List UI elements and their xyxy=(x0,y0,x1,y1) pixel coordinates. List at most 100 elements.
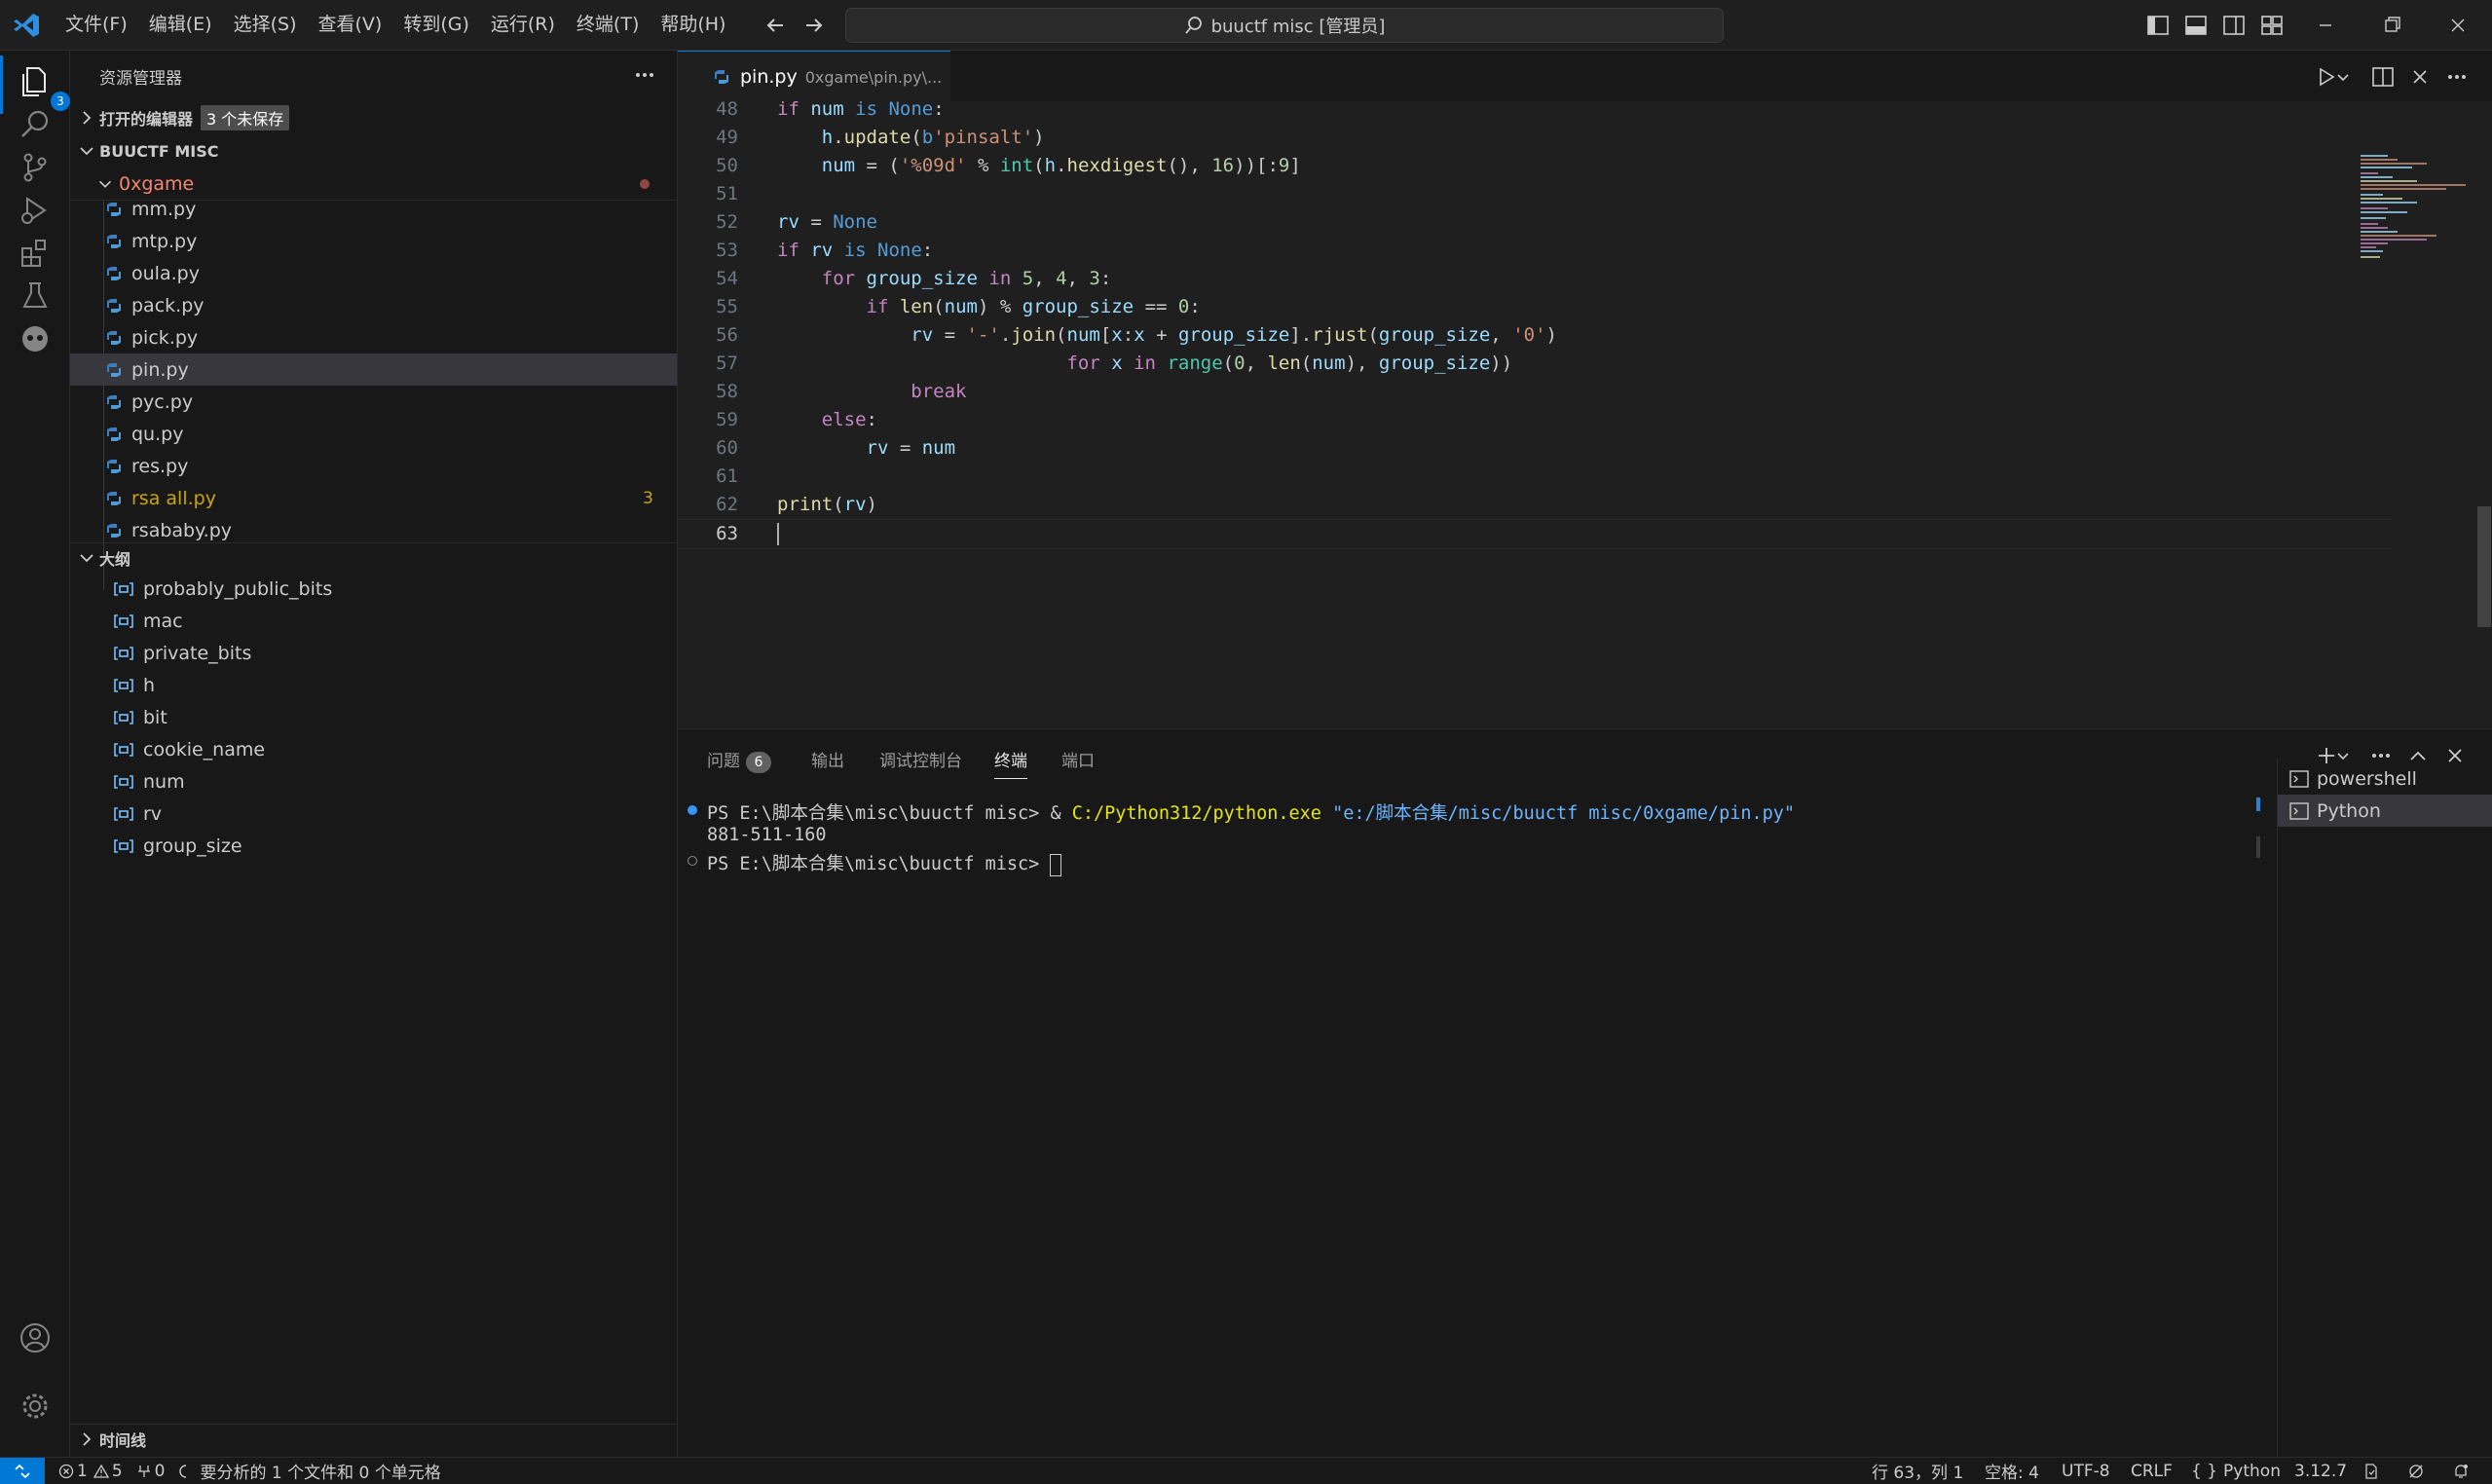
file-item[interactable]: mm.py xyxy=(70,193,677,225)
minimize-icon[interactable] xyxy=(2304,8,2347,43)
file-item[interactable]: qu.py xyxy=(70,418,677,450)
outline-label: 大纲 xyxy=(99,550,131,569)
analysis-status[interactable]: 要分析的 1 个文件和 0 个单元格 xyxy=(178,1459,441,1483)
outline-item[interactable]: num xyxy=(70,765,677,798)
menu-bar: 文件(F) 编辑(E) 选择(S) 查看(V) 转到(G) 运行(R) 终端(T… xyxy=(55,0,736,50)
file-item[interactable]: pack.py xyxy=(70,289,677,321)
outline-item[interactable]: bit xyxy=(70,701,677,733)
menu-help[interactable]: 帮助(H) xyxy=(650,0,736,50)
tab-ports[interactable]: 端口 xyxy=(1061,747,1095,771)
file-item[interactable]: pick.py xyxy=(70,321,677,353)
outline-item[interactable]: mac xyxy=(70,605,677,637)
copilot-status-icon[interactable] xyxy=(2407,1463,2425,1480)
tab-pin-py[interactable]: pin.py 0xgame\pin.py\... xyxy=(678,51,950,102)
tab-terminal[interactable]: 终端 xyxy=(994,747,1027,779)
variable-icon xyxy=(114,742,133,757)
chevron-down-icon[interactable] xyxy=(2335,64,2351,90)
search-button[interactable] xyxy=(14,103,56,146)
outline-section[interactable]: 大纲 xyxy=(70,542,677,573)
minimap[interactable] xyxy=(2359,152,2475,278)
more-actions-icon[interactable] xyxy=(630,60,659,90)
workspace-section[interactable]: BUUCTF MISC xyxy=(70,136,677,166)
toggle-primary-sidebar-icon[interactable] xyxy=(2145,13,2171,38)
line-number: 51 xyxy=(716,183,738,204)
encoding[interactable]: UTF-8 xyxy=(2062,1458,2110,1484)
outline-item[interactable]: group_size xyxy=(70,830,677,862)
editor-scrollbar[interactable] xyxy=(2477,506,2491,627)
testing-icon xyxy=(22,282,48,308)
outline-item[interactable]: probably_public_bits xyxy=(70,573,677,605)
terminal-item-powershell[interactable]: powershell xyxy=(2278,762,2492,795)
menu-file[interactable]: 文件(F) xyxy=(55,0,138,50)
run-debug-button[interactable] xyxy=(14,189,56,232)
terminal-scrollbar[interactable] xyxy=(2256,836,2260,858)
file-item-warning[interactable]: rsa all.py 3 xyxy=(70,482,677,514)
split-editor-icon[interactable] xyxy=(2370,64,2396,90)
arrow-right-icon[interactable] xyxy=(800,12,828,39)
vscode-logo-icon xyxy=(14,14,39,37)
toggle-secondary-sidebar-icon[interactable] xyxy=(2221,13,2247,38)
code-editor[interactable]: 48 if num is None: 49 h.update(b'pinsalt… xyxy=(678,101,2492,727)
chevron-down-icon xyxy=(80,147,93,156)
menu-go[interactable]: 转到(G) xyxy=(392,0,480,50)
settings-button[interactable] xyxy=(14,1385,56,1428)
file-name: pack.py xyxy=(131,294,205,316)
outline-item[interactable]: rv xyxy=(70,798,677,830)
tab-output[interactable]: 输出 xyxy=(811,747,844,771)
notifications-bell-icon[interactable] xyxy=(2452,1463,2470,1480)
close-window-icon[interactable] xyxy=(2436,8,2479,43)
menu-terminal[interactable]: 终端(T) xyxy=(566,0,650,50)
problems-status[interactable]: 1 5 xyxy=(58,1462,123,1481)
toggle-panel-icon[interactable] xyxy=(2183,13,2209,38)
customize-layout-icon[interactable] xyxy=(2259,13,2285,38)
tab-problems[interactable]: 问题 6 xyxy=(707,747,771,773)
arrow-left-icon[interactable] xyxy=(762,12,789,39)
chevron-right-icon xyxy=(83,111,92,125)
menu-run[interactable]: 运行(R) xyxy=(480,0,566,50)
python-file-icon xyxy=(107,459,121,473)
open-editors-section[interactable]: 打开的编辑器 3 个未保存 xyxy=(70,103,677,132)
account-button[interactable] xyxy=(14,1317,56,1359)
python-version[interactable]: 3.12.7 xyxy=(2294,1458,2347,1484)
more-actions-icon[interactable] xyxy=(2444,64,2470,90)
copilot-button[interactable] xyxy=(14,317,56,360)
cursor-position[interactable]: 行 63，列 1 xyxy=(1872,1458,1963,1484)
source-control-icon xyxy=(23,153,47,182)
notebook-icon[interactable] xyxy=(2362,1463,2380,1480)
search-icon xyxy=(1184,17,1202,34)
explorer-button[interactable]: 3 xyxy=(14,60,70,111)
language-mode[interactable]: { } Python xyxy=(2191,1458,2281,1484)
tab-debug-console[interactable]: 调试控制台 xyxy=(879,747,962,771)
file-item[interactable]: res.py xyxy=(70,450,677,482)
command-center-search[interactable]: buuctf misc [管理员] xyxy=(845,8,1724,43)
warning-icon xyxy=(93,1464,109,1478)
remote-icon xyxy=(15,1464,30,1478)
outline-item[interactable]: private_bits xyxy=(70,637,677,669)
ports-status[interactable]: 0 xyxy=(136,1462,165,1481)
line-number: 59 xyxy=(716,409,738,430)
menu-view[interactable]: 查看(V) xyxy=(308,0,393,50)
terminal-item-python[interactable]: Python xyxy=(2278,795,2492,827)
extensions-button[interactable] xyxy=(14,232,56,275)
file-item[interactable]: mtp.py xyxy=(70,225,677,257)
menu-edit[interactable]: 编辑(E) xyxy=(138,0,223,50)
line-number: 48 xyxy=(716,101,738,120)
outline-item[interactable]: h xyxy=(70,669,677,701)
timeline-section[interactable]: 时间线 xyxy=(70,1424,677,1454)
testing-button[interactable] xyxy=(14,275,56,317)
file-item[interactable]: oula.py xyxy=(70,257,677,289)
outline-item[interactable]: cookie_name xyxy=(70,733,677,765)
restore-icon[interactable] xyxy=(2370,8,2413,43)
source-control-button[interactable] xyxy=(14,146,56,189)
problem-count: 3 xyxy=(643,488,653,508)
indentation[interactable]: 空格: 4 xyxy=(1985,1458,2039,1484)
file-name: oula.py xyxy=(131,262,200,284)
menu-selection[interactable]: 选择(S) xyxy=(223,0,308,50)
file-item-selected[interactable]: pin.py xyxy=(70,353,677,386)
remote-button[interactable] xyxy=(0,1458,45,1484)
editor-tab-bar: pin.py 0xgame\pin.py\... xyxy=(678,51,2492,102)
search-icon xyxy=(21,110,49,137)
line-ending[interactable]: CRLF xyxy=(2131,1458,2173,1484)
file-item[interactable]: pyc.py xyxy=(70,386,677,418)
close-editor-icon[interactable] xyxy=(2407,64,2433,90)
